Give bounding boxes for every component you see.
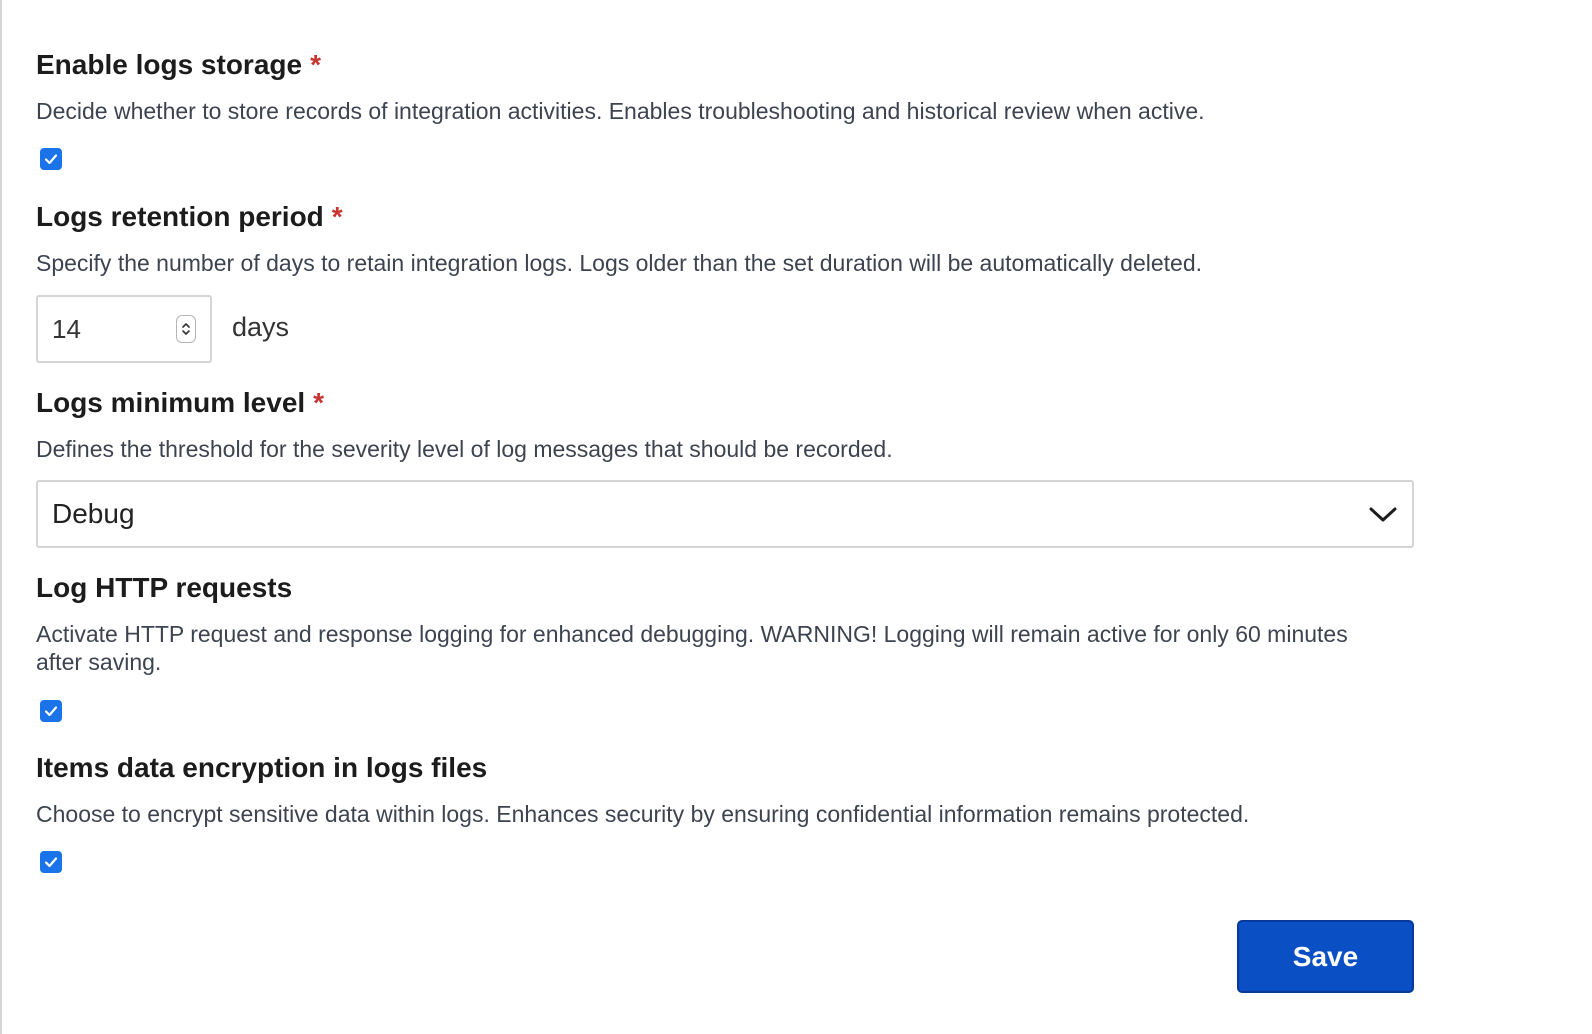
encryption-description: Choose to encrypt sensitive data within … xyxy=(36,801,1250,827)
required-marker: * xyxy=(310,49,321,80)
min-level-description: Defines the threshold for the severity l… xyxy=(36,436,893,462)
checkmark-icon xyxy=(44,706,58,717)
min-level-title-text: Logs minimum level xyxy=(36,387,306,418)
encryption-checkbox[interactable] xyxy=(40,851,62,873)
min-level-title: Logs minimum level * xyxy=(36,386,324,420)
settings-page: Enable logs storage * Decide whether to s… xyxy=(0,0,1592,1034)
http-requests-checkbox[interactable] xyxy=(40,700,62,722)
retention-title-text: Logs retention period xyxy=(36,201,324,232)
logs-storage-title-text: Enable logs storage xyxy=(36,49,303,80)
chevron-down-icon xyxy=(1369,507,1397,522)
http-requests-description: Activate HTTP request and response loggi… xyxy=(36,621,1348,675)
logs-storage-checkbox[interactable] xyxy=(40,148,62,170)
checkmark-icon xyxy=(44,857,58,868)
min-level-select[interactable]: Debug xyxy=(36,480,1414,548)
retention-title: Logs retention period * xyxy=(36,200,343,234)
logs-storage-description: Decide whether to store records of integ… xyxy=(36,98,1205,124)
save-button[interactable]: Save xyxy=(1237,920,1414,993)
encryption-title: Items data encryption in logs files xyxy=(36,752,488,783)
http-requests-title: Log HTTP requests xyxy=(36,572,293,603)
required-marker: * xyxy=(313,387,325,418)
checkmark-icon xyxy=(44,154,58,165)
retention-days-value: 14 xyxy=(52,313,81,344)
retention-days-input[interactable]: 14 xyxy=(36,295,212,363)
retention-description: Specify the number of days to retain int… xyxy=(36,250,1203,276)
required-marker: * xyxy=(331,201,343,232)
min-level-selected-value: Debug xyxy=(52,498,135,529)
spinner-arrows-icon[interactable] xyxy=(176,315,196,343)
logs-storage-title: Enable logs storage * xyxy=(36,48,321,82)
retention-unit-label: days xyxy=(232,312,290,342)
